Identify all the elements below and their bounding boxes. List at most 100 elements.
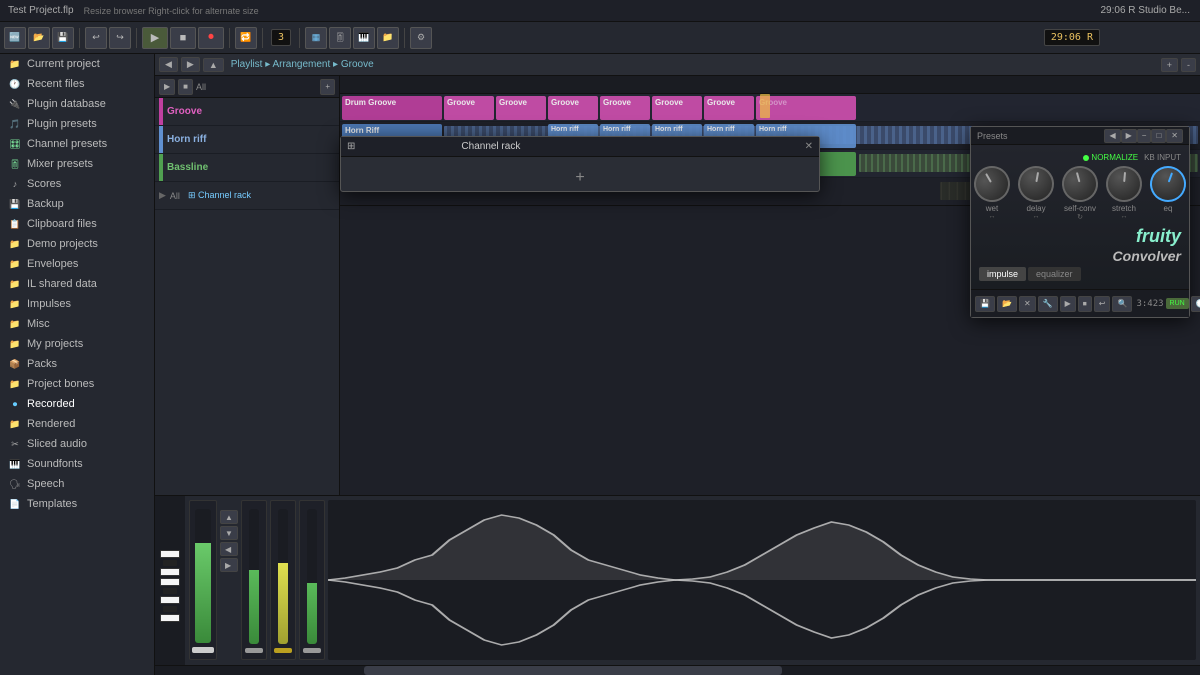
sidebar-item-rendered[interactable]: 📁 Rendered [0,414,154,434]
hscroll[interactable] [155,665,1200,675]
mixer-ch-2[interactable] [241,500,267,660]
knob-delay[interactable] [1015,163,1057,205]
knob-eq[interactable] [1145,161,1191,207]
tab-equalizer[interactable]: equalizer [1028,267,1081,281]
block-groove-4[interactable]: Groove [600,96,650,120]
sidebar-item-packs[interactable]: 📦 Packs [0,354,154,374]
playlist-stop-btn[interactable]: ■ [178,79,193,95]
sidebar-item-my-projects[interactable]: 📁 My projects [0,334,154,354]
play-button[interactable]: ▶ [142,27,168,49]
track-header-groove[interactable]: Groove [155,98,339,126]
piano-key-black-3[interactable] [163,606,177,612]
mixer-ch-3[interactable] [270,500,296,660]
piano-roll-btn[interactable]: 🎹 [353,27,375,49]
sidebar-item-soundfonts[interactable]: 🎹 Soundfonts [0,454,154,474]
conv-btn-6[interactable]: ⏹ [1078,296,1092,312]
conv-btn-4[interactable]: 🔧 [1038,296,1058,312]
sidebar-item-scores[interactable]: ♪ Scores [0,174,154,194]
convolver-min[interactable]: − [1137,129,1152,143]
track-header-horn[interactable]: Horn riff [155,126,339,154]
sidebar-item-current-project[interactable]: 📁 Current project [0,54,154,74]
block-groove-3[interactable]: Groove [548,96,598,120]
playlist-play-btn[interactable]: ▶ [159,79,175,95]
conv-run-btn[interactable]: RUN [1166,298,1189,309]
arrow-up[interactable]: ▲ [220,510,238,524]
record-button[interactable]: ⏺ [198,27,224,49]
convolver-next[interactable]: ▶ [1121,129,1137,143]
add-track-btn[interactable]: + [320,79,335,95]
convolver-close[interactable]: ✕ [1166,129,1183,143]
knob-wet[interactable] [967,159,1016,208]
fwd-btn[interactable]: ▶ [181,57,200,72]
conv-btn-5[interactable]: ▶ [1060,296,1076,312]
undo-button[interactable]: ↩ [85,27,107,49]
piano-key-black-2[interactable] [163,588,177,594]
zoom-in[interactable]: + [1161,58,1178,72]
piano-key-white-1[interactable] [160,550,180,558]
convolver-prev[interactable]: ◀ [1104,129,1120,143]
conv-btn-3[interactable]: ✕ [1019,296,1036,312]
conv-btn-8[interactable]: 🔍 [1112,296,1132,312]
piano-key-white-5[interactable] [160,614,180,622]
redo-button[interactable]: ↪ [109,27,131,49]
new-button[interactable]: 🆕 [4,27,26,49]
main-fader-handle[interactable] [192,647,214,653]
fader2-handle[interactable] [245,648,263,653]
knob-stretch[interactable] [1104,164,1143,203]
sidebar-item-speech[interactable]: 🗣 Speech [0,474,154,494]
up-btn[interactable]: ▲ [203,58,224,72]
knob-selfconv[interactable] [1058,162,1102,206]
fader4-handle[interactable] [303,648,321,653]
piano-key-white-4[interactable] [160,596,180,604]
sidebar-item-sliced-audio[interactable]: ✂ Sliced audio [0,434,154,454]
conv-btn-1[interactable]: 💾 [975,296,995,312]
piano-key-black-1[interactable] [163,560,177,566]
browser-btn[interactable]: 📁 [377,27,399,49]
arrow-right[interactable]: ▶ [220,558,238,572]
sidebar-item-il-shared[interactable]: 📁 IL shared data [0,274,154,294]
sidebar-item-impulses[interactable]: 📁 Impulses [0,294,154,314]
track-header-bassline[interactable]: Bassline [155,154,339,182]
conv-btn-2[interactable]: 📂 [997,296,1017,312]
conv-btn-7[interactable]: ↩ [1094,296,1111,312]
sidebar-item-recorded[interactable]: ⏺ Recorded [0,394,154,414]
channel-rack-close[interactable]: ✕ [805,141,813,152]
conv-ctrl-1[interactable]: 🕐 [1191,296,1200,312]
back-btn[interactable]: ◀ [159,57,178,72]
sidebar-item-mixer-presets[interactable]: 🎚 Mixer presets [0,154,154,174]
sidebar-item-clipboard-files[interactable]: 📋 Clipboard files [0,214,154,234]
settings-btn[interactable]: ⚙ [410,27,432,49]
block-drum-groove[interactable]: Drum Groove [342,96,442,120]
sidebar-item-templates[interactable]: 📄 Templates [0,494,154,514]
tab-impulse[interactable]: impulse [979,267,1026,281]
sidebar-item-backup[interactable]: 💾 Backup [0,194,154,214]
block-groove-5[interactable]: Groove [652,96,702,120]
sidebar-item-recent-files[interactable]: 🕐 Recent files [0,74,154,94]
convolver-max[interactable]: □ [1151,129,1166,143]
sidebar-item-demo-projects[interactable]: 📁 Demo projects [0,234,154,254]
sidebar-item-project-bones[interactable]: 📁 Project bones [0,374,154,394]
loop-button[interactable]: 🔁 [235,27,257,49]
stop-button[interactable]: ■ [170,27,196,49]
sidebar-item-plugin-database[interactable]: 🔌 Plugin database [0,94,154,114]
channel-rack-btn[interactable]: ▦ [305,27,327,49]
hscroll-thumb[interactable] [364,666,782,675]
mixer-btn[interactable]: 🎚 [329,27,351,49]
sidebar-item-misc[interactable]: 📁 Misc [0,314,154,334]
sidebar-item-channel-presets[interactable]: 🎛 Channel presets [0,134,154,154]
block-groove-6[interactable]: Groove [704,96,754,120]
sidebar-item-plugin-presets[interactable]: 🎵 Plugin presets [0,114,154,134]
bpm-display[interactable]: 3 [271,29,291,46]
add-channel-btn[interactable]: + [575,169,584,187]
sidebar-item-envelopes[interactable]: 📁 Envelopes [0,254,154,274]
zoom-out[interactable]: - [1181,58,1196,72]
save-button[interactable]: 💾 [52,27,74,49]
block-groove-7[interactable]: Groove [756,96,856,120]
block-groove-1[interactable]: Groove [444,96,494,120]
block-groove-2[interactable]: Groove [496,96,546,120]
waveform-area[interactable] [328,500,1196,660]
mixer-ch-4[interactable] [299,500,325,660]
fader3-handle[interactable] [274,648,292,653]
mixer-ch-main[interactable] [189,500,217,660]
open-button[interactable]: 📂 [28,27,50,49]
